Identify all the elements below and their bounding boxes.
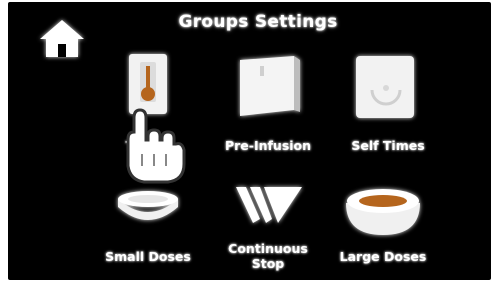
continuous-stop-label: Continuous Stop xyxy=(208,241,328,271)
continuous-stop-label-line-2: Stop xyxy=(251,256,285,271)
pre-infusion-label: Pre-Infusion xyxy=(224,138,312,153)
self-times-label: Self Times xyxy=(351,138,425,153)
pre-infusion-button[interactable]: Pre-Infusion xyxy=(208,50,328,160)
continuous-stop-icon xyxy=(236,187,302,223)
device-frame: Groups Settings Temps Pre-Infusion xyxy=(0,0,497,284)
home-button[interactable] xyxy=(37,17,87,61)
page-title: Groups Settings xyxy=(178,12,338,32)
clock-panel-icon xyxy=(356,56,414,118)
pre-infusion-panel-icon xyxy=(240,56,300,116)
small-doses-label: Small Doses xyxy=(105,249,191,264)
large-doses-label: Large Doses xyxy=(339,249,427,264)
self-times-button[interactable]: Self Times xyxy=(328,50,448,160)
touch-screen: Groups Settings Temps Pre-Infusion xyxy=(8,2,491,280)
continuous-stop-button[interactable]: Continuous Stop xyxy=(208,177,328,277)
continuous-stop-label-line-1: Continuous xyxy=(228,241,308,256)
large-doses-button[interactable]: Large Doses xyxy=(318,177,448,272)
hand-pointer-icon xyxy=(126,108,186,184)
large-cup-icon xyxy=(346,189,420,235)
home-icon xyxy=(40,20,84,57)
